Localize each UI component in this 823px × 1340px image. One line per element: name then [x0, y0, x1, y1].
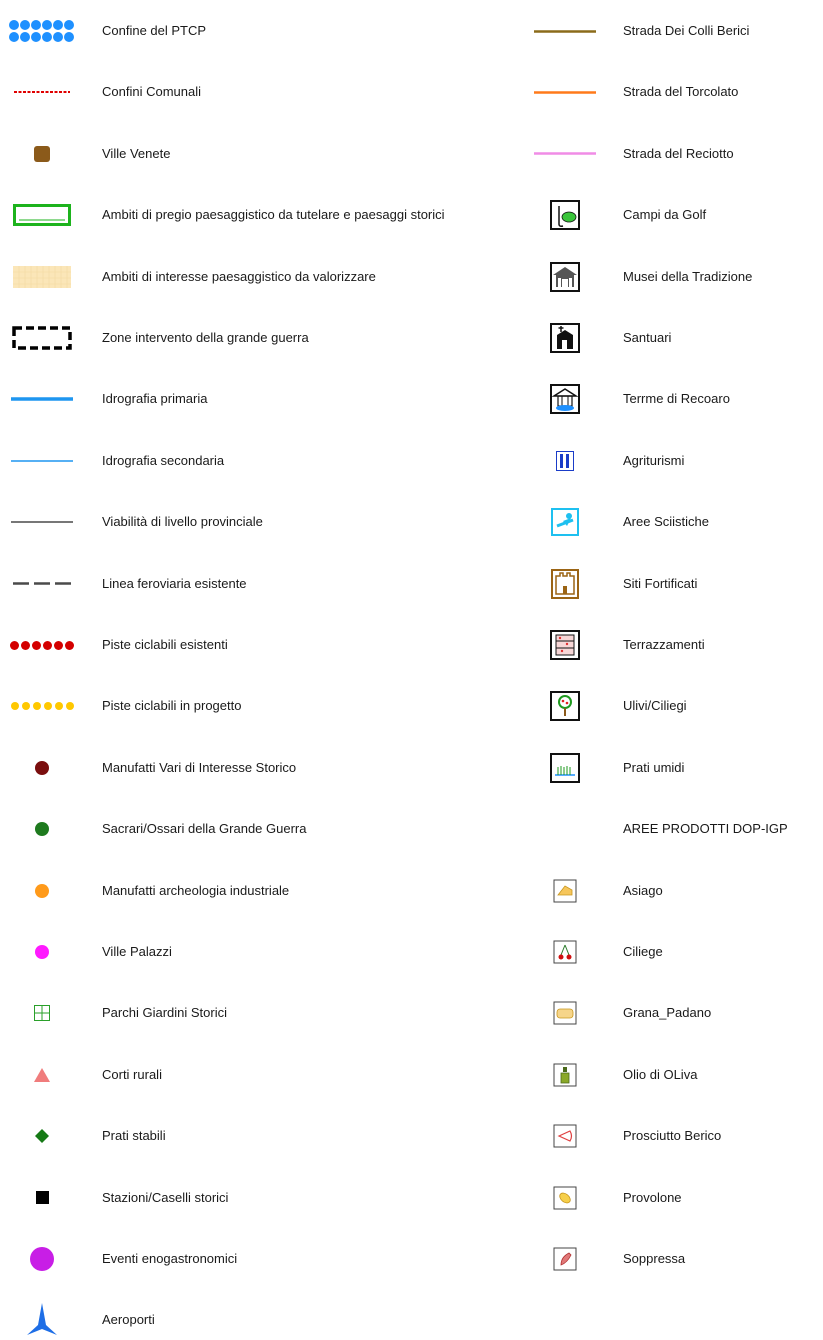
cheese-icon	[535, 871, 595, 911]
legend-item-label: Stazioni/Caselli storici	[102, 1189, 229, 1205]
legend-item-label: Sacrari/Ossari della Grande Guerra	[102, 821, 307, 837]
legend-item-label: Provolone	[623, 1189, 682, 1205]
legend-item-label: Strada del Reciotto	[623, 145, 734, 161]
legend-item-label: Agriturismi	[623, 452, 685, 468]
legend-item-label: Ville Palazzi	[102, 944, 172, 959]
legend-item-label: Ambiti di pregio paesaggistico da tutela…	[102, 207, 445, 223]
red-dots-line-symbol	[10, 625, 74, 665]
green-diamond-symbol	[12, 1116, 72, 1156]
black-dashed-rectangle-symbol	[12, 318, 72, 358]
legend-item-label: Ulivi/Ciliegi	[623, 698, 687, 714]
dop-igp-heading-label: AREE PRODOTTI DOP-IGP	[623, 821, 788, 837]
legend-item-label: Campi da Golf	[623, 207, 707, 223]
legend-item-label: Prati umidi	[623, 759, 685, 775]
brown-line-symbol	[534, 11, 596, 51]
olive-oil-icon	[535, 1055, 595, 1095]
ski-icon	[535, 502, 595, 542]
black-square-symbol	[12, 1178, 72, 1218]
green-dot-symbol	[12, 809, 72, 849]
agritourism-icon	[535, 441, 595, 481]
thermal-bath-icon	[535, 379, 595, 419]
legend-item-label: Parchi Giardini Storici	[102, 1005, 227, 1021]
legend-item-label: Musei della Tradizione	[623, 268, 753, 284]
terrace-icon	[535, 625, 595, 665]
legend-item-label: Zone intervento della grande guerra	[102, 330, 309, 345]
brown-square-symbol	[12, 134, 72, 174]
legend-item-label: Terrme di Recoaro	[623, 391, 730, 407]
dark-red-dot-symbol	[12, 748, 72, 788]
legend-item-label: Prosciutto Berico	[623, 1128, 722, 1144]
magenta-dot-symbol	[12, 932, 72, 972]
legend-item-label: Piste ciclabili in progetto	[102, 698, 242, 714]
legend-item-label: Soppressa	[623, 1251, 686, 1266]
legend-item-label: Ambiti di interesse paesaggistico da val…	[102, 268, 376, 284]
thin-gray-line-symbol	[11, 502, 73, 542]
legend-item-label: Linea feroviaria esistente	[102, 575, 247, 591]
wetland-icon	[535, 748, 595, 788]
legend-item-label: Idrografia primaria	[102, 391, 208, 407]
light-yellow-grid-fill-symbol	[12, 257, 72, 297]
large-purple-dot-symbol	[12, 1239, 72, 1279]
provolone-icon	[535, 1178, 595, 1218]
thick-blue-line-symbol	[11, 379, 73, 419]
sanctuary-icon	[535, 318, 595, 358]
legend-item-label: Confine del PTCP	[102, 23, 207, 38]
legend-item-label: Confini Comunali	[102, 84, 201, 100]
golf-icon	[535, 195, 595, 235]
airport-icon	[12, 1300, 72, 1340]
legend-item-label: Strada del Torcolato	[623, 84, 739, 100]
legend-item-label: Aeroporti	[102, 1312, 155, 1328]
green-rectangle-outline-symbol	[12, 195, 72, 235]
dotted-blue-boundary-symbol	[9, 11, 74, 51]
legend-item-label: Terrazzamenti	[623, 637, 705, 652]
museum-icon	[535, 257, 595, 297]
pink-triangle-symbol	[12, 1055, 72, 1095]
yellow-dots-line-symbol	[10, 686, 74, 726]
thin-blue-line-symbol	[11, 441, 73, 481]
legend-item-label: Corti rurali	[102, 1066, 162, 1082]
legend-item-label: Idrografia secondaria	[102, 452, 225, 468]
ham-icon	[535, 1116, 595, 1156]
legend-item-label: Grana_Padano	[623, 1005, 712, 1021]
dashed-gray-line-symbol	[12, 564, 72, 604]
legend-item-label: Manufatti archeologia industriale	[102, 882, 290, 898]
green-grid-square-symbol	[12, 993, 72, 1033]
legend-item-label: Aree Sciistiche	[623, 514, 709, 530]
legend-item-label: Ville Venete	[102, 145, 171, 161]
tree-icon	[535, 686, 595, 726]
legend-item-label: Prati stabili	[102, 1128, 166, 1144]
salami-icon	[535, 1239, 595, 1279]
pink-line-symbol	[534, 134, 596, 174]
legend-item-label: Manufatti Vari di Interesse Storico	[102, 759, 297, 775]
legend-item-label: Ciliege	[623, 944, 663, 959]
legend-item-label: Strada Dei Colli Berici	[623, 23, 750, 38]
grana-icon	[535, 993, 595, 1033]
orange-line-symbol	[534, 72, 596, 112]
red-dashed-line-symbol	[12, 72, 72, 112]
fortress-icon	[535, 564, 595, 604]
orange-dot-symbol	[12, 871, 72, 911]
cherry-icon	[535, 932, 595, 972]
legend-item-label: Eventi enogastronomici	[102, 1251, 238, 1266]
legend-item-label: Olio di OLiva	[623, 1066, 698, 1082]
legend-item-label: Viabilità di livello provinciale	[102, 514, 263, 530]
legend-item-label: Piste ciclabili esistenti	[102, 637, 228, 652]
legend-item-label: Siti Fortificati	[623, 575, 698, 591]
legend-page: { "legend": { "left": [ {"symbol":"dotte…	[0, 0, 823, 1336]
legend-item-label: Santuari	[623, 330, 672, 345]
legend-item-label: Asiago	[623, 882, 663, 898]
